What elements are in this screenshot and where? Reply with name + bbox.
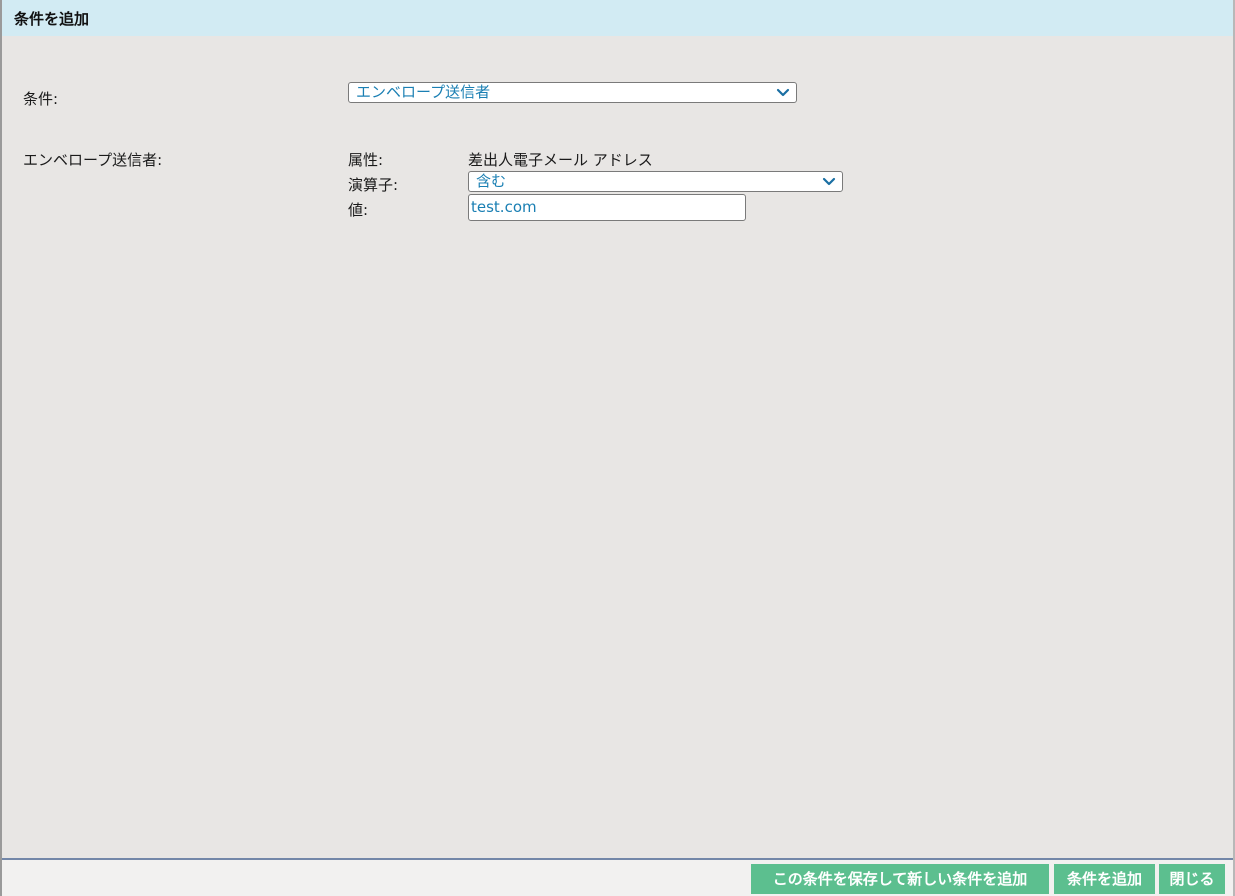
chevron-down-icon xyxy=(822,177,836,186)
add-condition-button[interactable]: 条件を追加 xyxy=(1054,864,1155,894)
save-and-add-new-condition-button[interactable]: この条件を保存して新しい条件を追加 xyxy=(751,864,1049,894)
chevron-down-icon xyxy=(776,88,790,97)
condition-label: 条件: xyxy=(23,90,59,108)
add-condition-dialog: 条件を追加 条件: エンベロープ送信者 エンベロープ送信者: 属性: 差出人電子… xyxy=(2,0,1233,896)
condition-select[interactable]: エンベロープ送信者 xyxy=(348,82,797,103)
attribute-value: 差出人電子メール アドレス xyxy=(468,151,653,169)
operator-select-value: 含む xyxy=(476,172,507,190)
value-input-text: test.com xyxy=(471,198,537,216)
value-label: 値: xyxy=(348,201,369,219)
envelope-sender-section-label: エンベロープ送信者: xyxy=(23,151,163,169)
dialog-title: 条件を追加 xyxy=(14,10,90,28)
operator-select[interactable]: 含む xyxy=(468,171,843,192)
dialog-titlebar: 条件を追加 xyxy=(2,0,1233,36)
value-input[interactable]: test.com xyxy=(468,194,746,221)
attribute-label: 属性: xyxy=(348,151,384,169)
operator-label: 演算子: xyxy=(348,176,399,194)
close-button[interactable]: 閉じる xyxy=(1159,864,1225,894)
condition-select-value: エンベロープ送信者 xyxy=(356,83,491,101)
